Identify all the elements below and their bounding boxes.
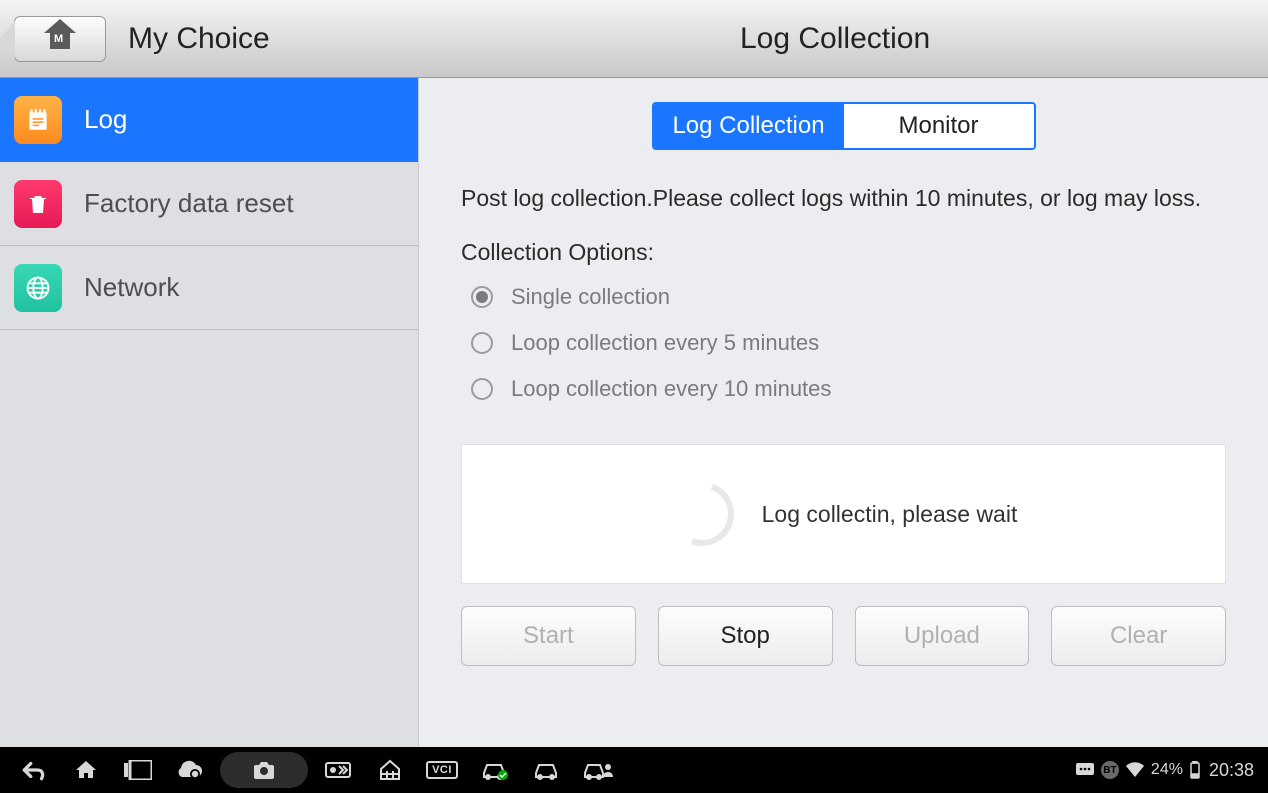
recent-apps-icon[interactable] <box>112 747 164 793</box>
radio-label: Loop collection every 10 minutes <box>511 376 831 402</box>
description-text: Post log collection.Please collect logs … <box>461 182 1226 215</box>
sidebar: Log Factory data reset Network <box>0 78 418 747</box>
tab-log-collection[interactable]: Log Collection <box>654 104 844 148</box>
camera-button[interactable] <box>220 752 308 788</box>
radio-loop-10min[interactable]: Loop collection every 10 minutes <box>461 366 1226 412</box>
battery-icon <box>1189 761 1201 779</box>
spinner-icon <box>659 472 744 557</box>
message-icon <box>1075 762 1095 778</box>
tab-group: Log Collection Monitor <box>652 102 1036 150</box>
header-bar: M My Choice Log Collection <box>0 0 1268 78</box>
radio-group: Single collection Loop collection every … <box>461 274 1226 412</box>
stop-button[interactable]: Stop <box>658 606 833 666</box>
sidebar-item-factory-reset[interactable]: Factory data reset <box>0 162 418 246</box>
status-area[interactable]: BT 24% 20:38 <box>1075 760 1260 781</box>
main-panel: Log Collection Monitor Post log collecti… <box>418 78 1268 747</box>
progress-text: Log collectin, please wait <box>762 501 1018 528</box>
system-bar: VCI BT 24% 20:38 <box>0 747 1268 793</box>
car-check-icon[interactable] <box>468 747 520 793</box>
progress-panel: Log collectin, please wait <box>461 444 1226 584</box>
radio-single-collection[interactable]: Single collection <box>461 274 1226 320</box>
vci-label: VCI <box>426 761 458 779</box>
tab-label: Monitor <box>898 112 978 140</box>
bluetooth-badge-icon: BT <box>1101 761 1119 779</box>
button-label: Clear <box>1110 622 1167 650</box>
sidebar-item-label: Log <box>84 104 127 135</box>
wifi-icon <box>1125 762 1145 778</box>
notepad-icon <box>14 96 62 144</box>
radio-label: Single collection <box>511 284 670 310</box>
radio-loop-5min[interactable]: Loop collection every 5 minutes <box>461 320 1226 366</box>
home-button[interactable]: M <box>14 16 106 62</box>
car-icon[interactable] <box>520 747 572 793</box>
header-title-right: Log Collection <box>740 22 930 56</box>
header-title-left: My Choice <box>128 22 270 56</box>
tab-monitor[interactable]: Monitor <box>844 104 1034 148</box>
brightness-icon[interactable] <box>312 747 364 793</box>
radio-icon <box>471 332 493 354</box>
radio-icon <box>471 378 493 400</box>
back-icon[interactable] <box>8 747 60 793</box>
start-button[interactable]: Start <box>461 606 636 666</box>
button-label: Start <box>523 622 574 650</box>
globe-icon <box>14 264 62 312</box>
clock: 20:38 <box>1209 760 1254 781</box>
camera-icon <box>251 760 277 780</box>
clear-button[interactable]: Clear <box>1051 606 1226 666</box>
tab-label: Log Collection <box>672 112 824 140</box>
vci-icon[interactable]: VCI <box>416 747 468 793</box>
cloud-icon[interactable] <box>164 747 216 793</box>
trash-icon <box>14 180 62 228</box>
button-label: Upload <box>904 622 980 650</box>
home-icon: M <box>42 27 78 51</box>
home-grid-icon[interactable] <box>364 747 416 793</box>
button-label: Stop <box>720 622 769 650</box>
battery-percent: 24% <box>1151 761 1183 779</box>
options-title: Collection Options: <box>461 239 1226 266</box>
home-nav-icon[interactable] <box>60 747 112 793</box>
sidebar-item-log[interactable]: Log <box>0 78 418 162</box>
upload-button[interactable]: Upload <box>855 606 1030 666</box>
sidebar-item-label: Factory data reset <box>84 188 294 219</box>
radio-label: Loop collection every 5 minutes <box>511 330 819 356</box>
car-user-icon[interactable] <box>572 747 624 793</box>
sidebar-item-network[interactable]: Network <box>0 246 418 330</box>
sidebar-item-label: Network <box>84 272 179 303</box>
radio-icon <box>471 286 493 308</box>
